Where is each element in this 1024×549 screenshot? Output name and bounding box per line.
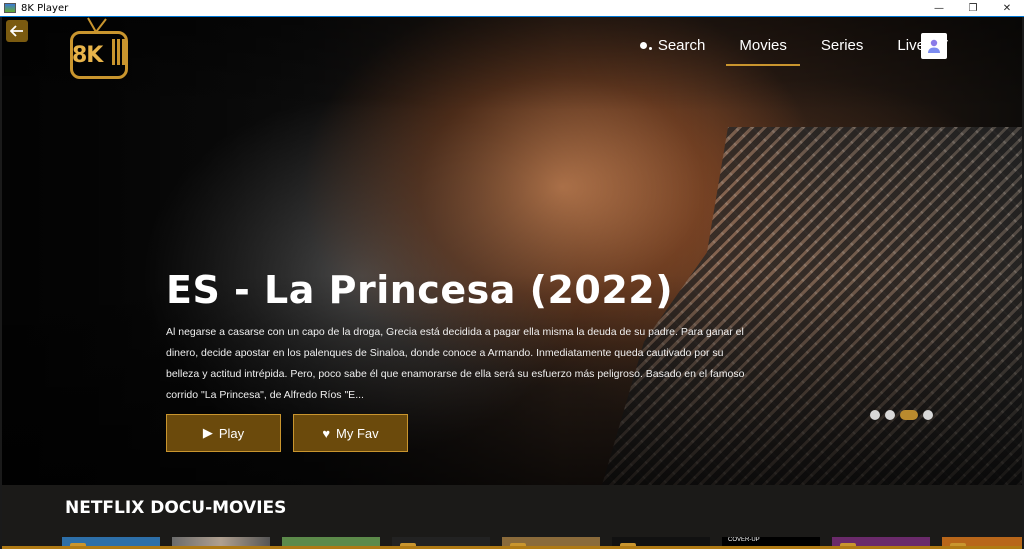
- my-fav-button[interactable]: ♥ My Fav: [293, 414, 408, 452]
- hero-overlay: [2, 17, 1022, 485]
- restore-button[interactable]: ❐: [956, 0, 990, 16]
- window-title: 8K Player: [21, 2, 69, 14]
- nav-movies[interactable]: Movies: [726, 37, 800, 66]
- heart-icon: ♥: [322, 425, 331, 441]
- play-label: Play: [218, 425, 245, 441]
- nav-search[interactable]: Search: [639, 37, 706, 54]
- main-nav: Search Movies Series Live TV: [606, 37, 948, 66]
- user-avatar-button[interactable]: [921, 33, 947, 59]
- hero-banner: 8K Search Movies Series Live TV ES - La …: [2, 17, 1022, 485]
- play-icon: ▶: [202, 425, 213, 440]
- speaker-grill-icon: [112, 39, 126, 65]
- app-logo[interactable]: 8K: [64, 17, 134, 79]
- user-avatar-icon: [928, 39, 940, 53]
- close-button[interactable]: ✕: [990, 0, 1024, 16]
- window-controls: — ❐ ✕: [922, 0, 1024, 16]
- nav-series[interactable]: Series: [821, 37, 864, 54]
- arrow-left-icon: [10, 25, 23, 37]
- carousel-dot[interactable]: [870, 410, 880, 420]
- carousel-dot[interactable]: [885, 410, 895, 420]
- app-icon: [4, 3, 16, 13]
- window-titlebar: 8K Player — ❐ ✕: [0, 0, 1024, 17]
- nav-search-label: Search: [657, 37, 706, 54]
- logo-text: 8K: [72, 43, 103, 68]
- poster-caption: COVER-UP: [728, 537, 760, 543]
- app-frame: 8K Search Movies Series Live TV ES - La …: [2, 17, 1022, 549]
- hero-description: Al negarse a casarse con un capo de la d…: [166, 326, 745, 401]
- minimize-button[interactable]: —: [922, 0, 956, 16]
- back-button[interactable]: [6, 20, 28, 42]
- nav-series-label: Series: [820, 37, 864, 54]
- nav-movies-label: Movies: [739, 37, 787, 54]
- row-title: NETFLIX DOCU-MOVIES: [65, 498, 287, 518]
- search-dots-icon: [639, 41, 652, 51]
- carousel-dot-active[interactable]: [900, 410, 918, 420]
- hero-title: ES - La Princesa (2022): [166, 268, 674, 312]
- play-button[interactable]: ▶ Play: [166, 414, 281, 452]
- content-row: NETFLIX DOCU-MOVIES COVER-UP: [2, 485, 1022, 549]
- carousel-dot[interactable]: [923, 410, 933, 420]
- carousel-indicators: [870, 410, 938, 420]
- my-fav-label: My Fav: [336, 425, 379, 441]
